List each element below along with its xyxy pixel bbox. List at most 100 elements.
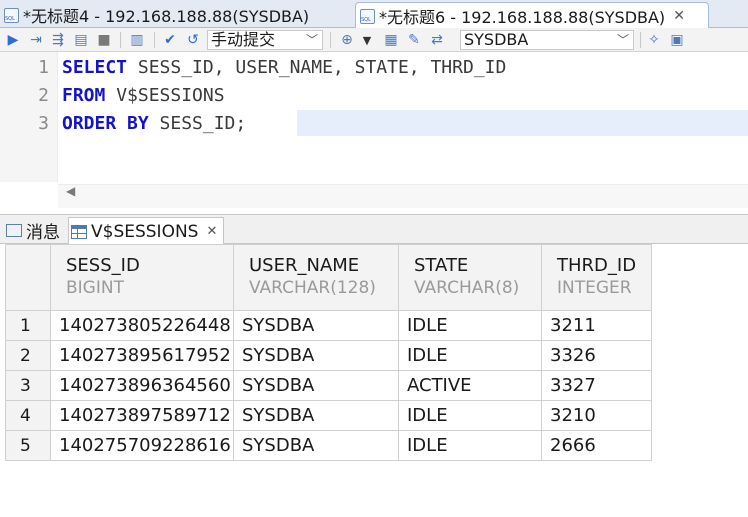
sql-file-icon: [4, 7, 19, 23]
table-row[interactable]: 3 140273896364560 SYSDBA ACTIVE 3327: [5, 370, 652, 401]
sql-text: SESS_ID, USER_NAME, STATE, THRD_ID: [127, 57, 507, 78]
rollback-icon[interactable]: ↺: [185, 31, 201, 49]
line-number: 1: [38, 57, 49, 78]
cell-thrd-id[interactable]: 3326: [541, 340, 652, 371]
result-tab-bar: 消息 V$SESSIONS ✕: [0, 214, 748, 245]
cell-thrd-id[interactable]: 3211: [541, 310, 652, 341]
compare-icon[interactable]: ⇄: [428, 31, 446, 49]
editor-tab-label: *无标题4 - 192.168.188.88(SYSDBA): [23, 7, 310, 26]
schema-value: SYSDBA: [464, 30, 529, 49]
row-number-corner[interactable]: [5, 244, 51, 311]
tab-result-vsessions[interactable]: V$SESSIONS ✕: [68, 217, 225, 245]
commit-mode-select[interactable]: 手动提交 ﹀: [207, 30, 323, 50]
dropdown-arrow-icon[interactable]: ▼: [360, 31, 374, 49]
cell-state[interactable]: IDLE: [398, 400, 542, 431]
close-tab-icon[interactable]: ✕: [673, 8, 685, 24]
row-number[interactable]: 2: [5, 340, 51, 371]
sql-file-icon: [360, 8, 375, 24]
schedule-icon[interactable]: ▦: [382, 31, 400, 49]
code-line: FROM V$SESSIONS: [62, 85, 225, 106]
cell-thrd-id[interactable]: 3327: [541, 370, 652, 401]
line-number: 3: [38, 113, 49, 134]
column-header-thrd-id[interactable]: THRD_ID INTEGER: [541, 244, 652, 311]
column-type: VARCHAR(128): [249, 278, 376, 298]
magic-wand-icon[interactable]: ✧: [645, 31, 663, 49]
column-name: THRD_ID: [557, 255, 637, 276]
column-header-state[interactable]: STATE VARCHAR(8): [398, 244, 542, 311]
column-header-sess-id[interactable]: SESS_ID BIGINT: [50, 244, 234, 311]
chevron-down-icon: ﹀: [616, 33, 629, 47]
cell-user-name[interactable]: SYSDBA: [233, 430, 399, 461]
commit-mode-value: 手动提交: [211, 30, 276, 49]
result-grid-icon: [71, 224, 87, 239]
cell-sess-id[interactable]: 140275709228616: [50, 430, 234, 461]
code-line: ORDER BY SESS_ID;: [62, 113, 246, 134]
statistics-icon[interactable]: ▥: [128, 31, 146, 49]
cell-sess-id[interactable]: 140273897589712: [50, 400, 234, 431]
cell-state[interactable]: IDLE: [398, 340, 542, 371]
execute-step-icon[interactable]: ⇥: [28, 31, 44, 49]
column-name: STATE: [414, 255, 469, 276]
grid-view-icon[interactable]: ▣: [668, 31, 686, 49]
table-row[interactable]: 4 140273897589712 SYSDBA IDLE 3210: [5, 400, 652, 431]
column-name: USER_NAME: [249, 255, 360, 276]
chevron-down-icon: ﹀: [305, 33, 318, 47]
cell-thrd-id[interactable]: 3210: [541, 400, 652, 431]
toolbar: ▶ ⇥ ⇶ ▤ ■ ▥ ✔ ↺ 手动提交 ﹀ ⊕ ▼ ▦ ✎ ⇄ SYSDBA …: [0, 28, 748, 52]
scroll-left-icon[interactable]: ◀: [66, 184, 75, 198]
target-icon[interactable]: ⊕: [338, 31, 356, 49]
cell-state[interactable]: IDLE: [398, 310, 542, 341]
sql-text: SESS_ID;: [148, 113, 247, 134]
table-row[interactable]: 1 140273805226448 SYSDBA IDLE 3211: [5, 310, 652, 341]
result-grid: SESS_ID BIGINT USER_NAME VARCHAR(128) ST…: [5, 244, 652, 461]
toolbar-separator: [120, 32, 121, 48]
cell-sess-id[interactable]: 140273805226448: [50, 310, 234, 341]
line-number-gutter: 1 2 3: [0, 52, 58, 182]
row-number[interactable]: 3: [5, 370, 51, 401]
column-type: BIGINT: [66, 278, 124, 298]
table-row[interactable]: 5 140275709228616 SYSDBA IDLE 2666: [5, 430, 652, 461]
schema-select[interactable]: SYSDBA ﹀: [460, 30, 634, 50]
column-name: SESS_ID: [66, 255, 140, 276]
column-header-user-name[interactable]: USER_NAME VARCHAR(128): [233, 244, 399, 311]
message-icon: [6, 224, 22, 237]
cell-user-name[interactable]: SYSDBA: [233, 340, 399, 371]
sql-keyword: FROM: [62, 85, 106, 106]
tab-messages[interactable]: 消息: [6, 217, 60, 244]
commit-icon[interactable]: ✔: [162, 31, 178, 49]
column-type: INTEGER: [557, 278, 632, 298]
explain-plan-icon[interactable]: ▤: [73, 31, 89, 49]
execute-script-icon[interactable]: ⇶: [50, 31, 66, 49]
editor-tab-label: *无标题6 - 192.168.188.88(SYSDBA): [379, 8, 666, 27]
horizontal-scrollbar[interactable]: [58, 184, 748, 208]
toolbar-separator: [330, 32, 331, 48]
cell-state[interactable]: IDLE: [398, 430, 542, 461]
row-number[interactable]: 4: [5, 400, 51, 431]
sql-editor[interactable]: 1 2 3 SELECT SESS_ID, USER_NAME, STATE, …: [0, 52, 748, 182]
cell-sess-id[interactable]: 140273896364560: [50, 370, 234, 401]
cell-user-name[interactable]: SYSDBA: [233, 400, 399, 431]
editor-tab-untitled6[interactable]: *无标题6 - 192.168.188.88(SYSDBA) ✕: [355, 2, 709, 29]
cell-user-name[interactable]: SYSDBA: [233, 370, 399, 401]
column-type: VARCHAR(8): [414, 278, 520, 298]
cell-user-name[interactable]: SYSDBA: [233, 310, 399, 341]
cell-thrd-id[interactable]: 2666: [541, 430, 652, 461]
execute-icon[interactable]: ▶: [5, 31, 21, 49]
format-icon[interactable]: ✎: [405, 31, 423, 49]
table-row[interactable]: 2 140273895617952 SYSDBA IDLE 3326: [5, 340, 652, 371]
sql-keyword: SELECT: [62, 57, 128, 78]
code-line: SELECT SESS_ID, USER_NAME, STATE, THRD_I…: [62, 57, 506, 78]
editor-tab-untitled4[interactable]: *无标题4 - 192.168.188.88(SYSDBA): [2, 2, 352, 28]
editor-tab-bar: *无标题4 - 192.168.188.88(SYSDBA) *无标题6 - 1…: [0, 0, 748, 29]
sql-keyword: ORDER BY: [62, 113, 149, 134]
close-tab-icon[interactable]: ✕: [206, 224, 217, 239]
toolbar-separator: [640, 32, 641, 48]
cell-sess-id[interactable]: 140273895617952: [50, 340, 234, 371]
grid-header-row: SESS_ID BIGINT USER_NAME VARCHAR(128) ST…: [5, 244, 652, 311]
tab-label: 消息: [26, 223, 60, 243]
cell-state[interactable]: ACTIVE: [398, 370, 542, 401]
sql-text: V$SESSIONS: [105, 85, 225, 106]
stop-icon[interactable]: ■: [96, 31, 112, 49]
row-number[interactable]: 5: [5, 430, 51, 461]
row-number[interactable]: 1: [5, 310, 51, 341]
